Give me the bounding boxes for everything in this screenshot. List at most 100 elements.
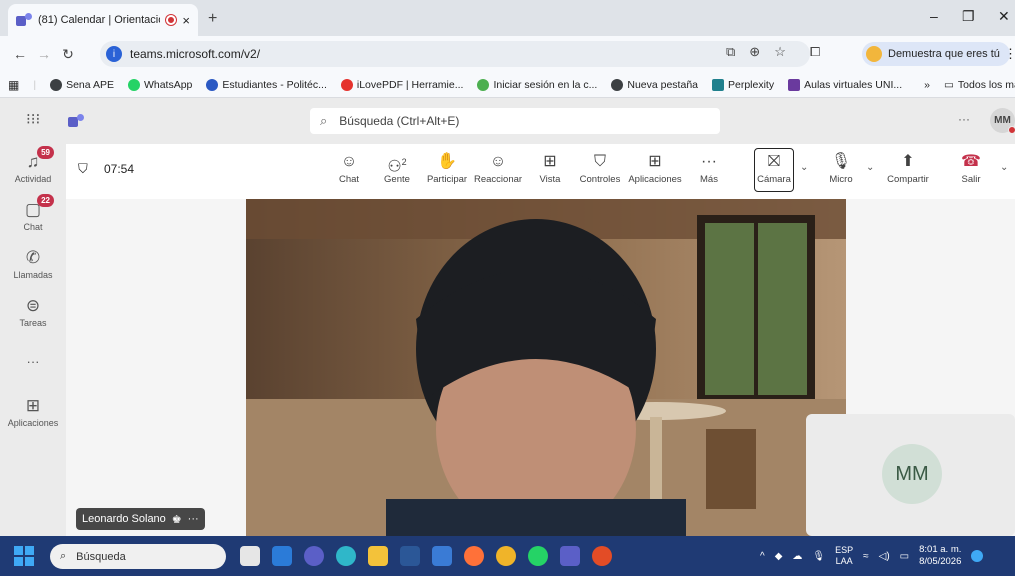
rail-item-actividad[interactable]: ♫ 59 Actividad	[0, 146, 66, 184]
clock[interactable]: 8:01 a. m. 8/05/2026	[919, 544, 961, 568]
windows-start-icon[interactable]	[14, 546, 34, 566]
presenter-name-tag[interactable]: Leonardo Solano ♚ ···	[76, 508, 205, 530]
profile-avatar-icon	[866, 46, 882, 62]
apps-button[interactable]: ⊞ Aplicaciones	[626, 150, 684, 185]
rail-item-more[interactable]: ···	[0, 354, 66, 369]
bookmark-item[interactable]: Aulas virtuales UNI...	[788, 78, 902, 91]
view-button[interactable]: ⊞ Vista	[536, 150, 564, 185]
taskbar-search-input[interactable]: ⌕ Búsqueda	[50, 544, 226, 569]
browser-tab[interactable]: (81) Calendar | Orientación ×	[8, 4, 198, 36]
back-icon[interactable]: ←	[8, 46, 32, 62]
status-badge	[1008, 126, 1015, 134]
share-button[interactable]: ⬆ Compartir	[882, 150, 934, 185]
store-icon[interactable]	[432, 546, 452, 566]
new-tab-button[interactable]: +	[208, 10, 217, 28]
browser-tab-strip: (81) Calendar | Orientación × + – ❐ ✕	[0, 0, 1015, 36]
rail-item-chat[interactable]: ▢ 22 Chat	[0, 194, 66, 232]
site-info-icon[interactable]: i	[106, 46, 122, 62]
chrome-active-icon[interactable]	[592, 546, 612, 566]
tray-overflow-icon[interactable]: ^	[760, 551, 765, 562]
mic-options-chevron-icon[interactable]: ⌄	[866, 162, 874, 173]
close-window-button[interactable]: ✕	[998, 8, 1010, 25]
divider: |	[33, 78, 37, 91]
tab-close-button[interactable]: ×	[182, 13, 190, 28]
search-placeholder: Búsqueda (Ctrl+Alt+E)	[339, 114, 460, 128]
profile-chip[interactable]: Demuestra que eres tú	[862, 42, 1010, 66]
whatsapp-icon[interactable]	[528, 546, 548, 566]
extensions-icon[interactable]: ⧠	[810, 44, 820, 60]
bookmarks-bar: ▦ | Sena APE WhatsApp Estudiantes - Poli…	[0, 72, 1015, 98]
apps-grid-icon[interactable]: ▦	[8, 78, 19, 92]
shield-check-icon: ⛉	[593, 153, 606, 170]
firefox-icon[interactable]	[464, 546, 484, 566]
rail-item-aplicaciones[interactable]: ⊞ Aplicaciones	[0, 396, 66, 428]
chat-icon: ☺	[340, 153, 358, 170]
chrome-icon[interactable]	[496, 546, 516, 566]
windows-taskbar: ⌕ Búsqueda ^ ◆ ☁ 🎙 ESP LAA ≈ ◁) ▭ 8:01 a…	[0, 536, 1015, 576]
zoom-icon[interactable]: ⊕	[749, 44, 760, 60]
wifi-icon[interactable]: ≈	[863, 551, 869, 562]
name-tag-more-icon[interactable]: ···	[188, 513, 199, 525]
tab-title: (81) Calendar | Orientación	[38, 14, 161, 26]
forward-icon[interactable]: →	[32, 46, 56, 62]
search-input[interactable]: ⌕ Búsqueda (Ctrl+Alt+E)	[310, 108, 720, 134]
notification-icon[interactable]	[971, 550, 984, 562]
battery-icon[interactable]: ▭	[900, 551, 909, 562]
bookmarks-overflow-button[interactable]: »	[924, 79, 930, 91]
app-rail: ♫ 59 Actividad ▢ 22 Chat ✆ Llamadas ⊜ Tare…	[0, 144, 66, 536]
presenter-video[interactable]	[246, 199, 846, 536]
task-view-icon[interactable]	[240, 546, 260, 566]
bell-icon: ♫ 59	[22, 146, 54, 172]
language-indicator[interactable]: ESP LAA	[835, 545, 853, 567]
chat-button[interactable]: ☺ Chat	[336, 150, 362, 185]
leave-options-chevron-icon[interactable]: ⌄	[1000, 162, 1008, 173]
all-bookmarks-button[interactable]: ▭Todos los marcadores	[944, 79, 1015, 91]
leave-button[interactable]: ☎ Salir	[956, 150, 986, 185]
teams-chat-icon[interactable]	[304, 546, 324, 566]
people-button[interactable]: ⚇2 Gente	[382, 150, 412, 185]
bookmark-item[interactable]: Nueva pestaña	[611, 78, 698, 91]
bookmark-item[interactable]: WhatsApp	[127, 78, 192, 91]
camera-options-chevron-icon[interactable]: ⌄	[800, 162, 808, 173]
bookmark-item[interactable]: Perplexity	[712, 78, 774, 91]
address-bar[interactable]: i teams.microsoft.com/v2/	[100, 41, 810, 67]
avatar: MM	[882, 444, 942, 504]
avatar[interactable]: MM	[990, 108, 1015, 134]
reload-icon[interactable]: ↻	[56, 46, 80, 63]
emoji-icon: ☺	[489, 153, 507, 170]
teams-icon[interactable]	[560, 546, 580, 566]
bookmark-item[interactable]: Estudiantes - Politéc...	[206, 78, 327, 91]
minimize-button[interactable]: –	[930, 8, 938, 24]
file-explorer-icon[interactable]	[368, 546, 388, 566]
mic-button[interactable]: 🎙 Micro	[824, 150, 858, 185]
folder-icon: ▭	[944, 78, 954, 91]
bookmark-item[interactable]: Sena APE	[50, 78, 114, 91]
bookmark-favicon-icon	[127, 78, 140, 91]
edge-icon[interactable]	[336, 546, 356, 566]
url-text: teams.microsoft.com/v2/	[130, 47, 261, 61]
app-launcher-icon[interactable]: ⁝⁝⁝	[26, 110, 40, 128]
tray-app-icon[interactable]: ◆	[775, 551, 783, 562]
mic-tray-icon[interactable]: 🎙	[812, 551, 825, 562]
cast-icon[interactable]: ⧉	[726, 44, 735, 60]
bookmark-star-icon[interactable]: ☆	[774, 44, 786, 60]
volume-icon[interactable]: ◁)	[879, 551, 890, 562]
restore-button[interactable]: ❐	[962, 8, 975, 25]
rail-item-llamadas[interactable]: ✆ Llamadas	[0, 248, 66, 280]
word-icon[interactable]	[400, 546, 420, 566]
self-view-tile[interactable]: MM	[806, 414, 1015, 536]
rail-item-tareas[interactable]: ⊜ Tareas	[0, 296, 66, 328]
react-button[interactable]: ☺ Reaccionar	[474, 150, 522, 185]
onedrive-icon[interactable]: ☁	[792, 551, 802, 562]
bookmark-favicon-icon	[477, 78, 490, 91]
more-button[interactable]: ··· Más	[696, 150, 722, 185]
bookmark-item[interactable]: iLovePDF | Herramie...	[340, 78, 463, 91]
widgets-icon[interactable]	[272, 546, 292, 566]
browser-menu-icon[interactable]: ⋮	[1004, 46, 1015, 62]
teams-logo-icon	[68, 114, 84, 128]
bookmark-item[interactable]: Iniciar sesión en la c...	[477, 78, 597, 91]
more-options-button[interactable]: ···	[958, 112, 970, 126]
raise-hand-button[interactable]: ✋ Participar	[426, 150, 468, 185]
chat-icon: ▢ 22	[22, 194, 54, 220]
controls-button[interactable]: ⛉ Controles	[578, 150, 622, 185]
